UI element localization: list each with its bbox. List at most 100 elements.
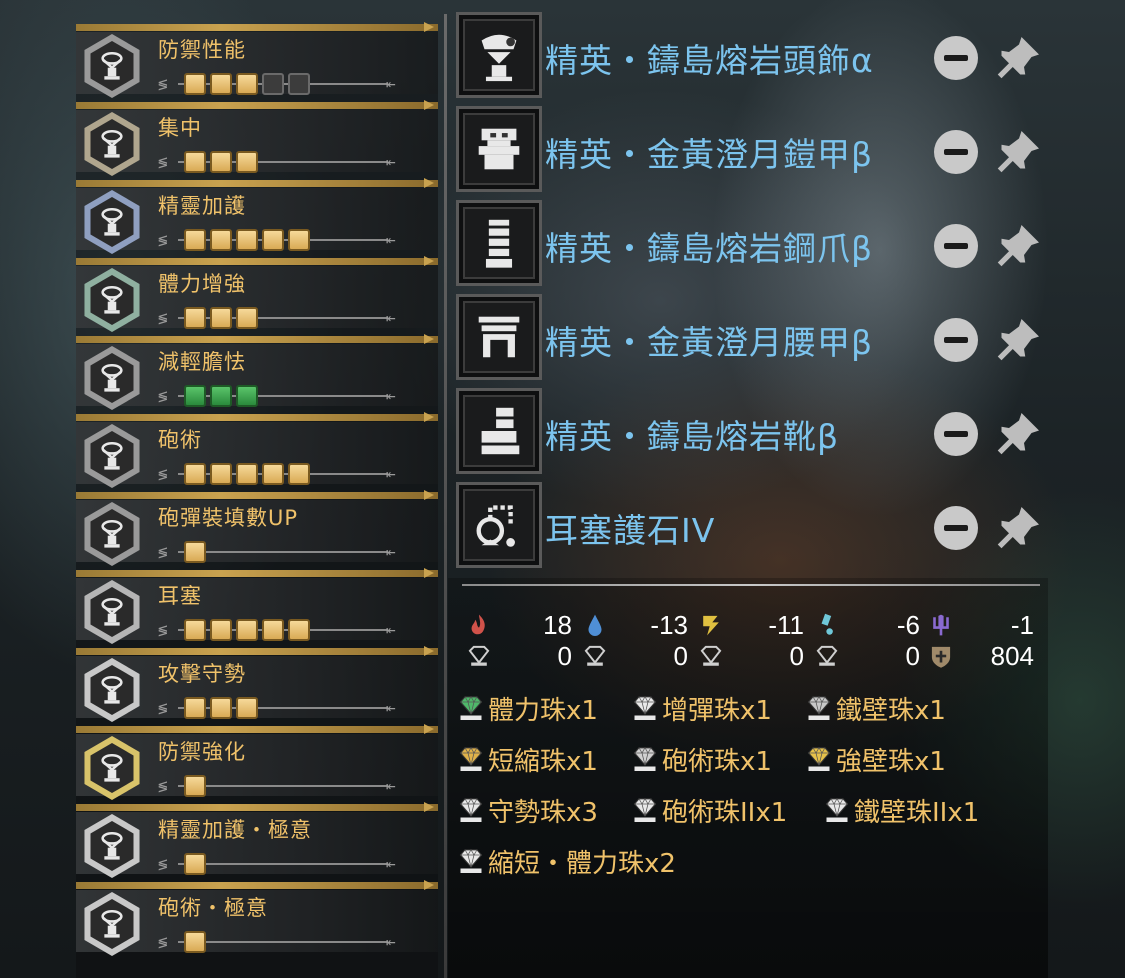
level-pip-filled — [184, 463, 206, 485]
pin-equipment-button[interactable] — [994, 502, 1044, 552]
gem-slot-icon — [584, 645, 606, 666]
skill-badge-inner — [90, 431, 134, 481]
pin-equipment-button[interactable] — [994, 126, 1044, 176]
equipment-name: 耳塞護石IV — [545, 511, 716, 550]
track-right-cap-icon: ⇤ — [386, 152, 396, 171]
skill-row-header-bar — [76, 490, 438, 500]
dragon-resistance-icon — [928, 612, 954, 638]
minus-icon — [944, 55, 968, 61]
equipment-row[interactable]: 精英・鑄島熔岩靴β — [456, 388, 1056, 478]
skill-icon — [101, 519, 123, 548]
level-pip-filled — [236, 619, 258, 641]
skill-level-track: ≶ ⇤ — [158, 71, 408, 97]
equipment-icon-box[interactable] — [456, 106, 542, 192]
level-pip-filled — [262, 619, 284, 641]
remove-equipment-button[interactable] — [934, 130, 978, 174]
skill-name: 減輕膽怯 — [158, 350, 246, 374]
track-left-cap-icon: ≶ — [158, 230, 168, 249]
remove-equipment-button[interactable] — [934, 224, 978, 268]
skill-icon — [101, 753, 123, 782]
gem-slot-icon — [700, 645, 722, 666]
track-left-cap-icon: ≶ — [158, 74, 168, 93]
defense-value: 804 — [990, 641, 1034, 671]
skill-level-track: ≶ ⇤ — [158, 773, 408, 799]
skill-name: 集中 — [158, 116, 202, 140]
equipment-row[interactable]: 精英・金黃澄月鎧甲β — [456, 106, 1056, 196]
helm-icon — [481, 34, 517, 82]
pin-icon — [997, 319, 1039, 361]
equipment-icon-box[interactable] — [456, 200, 542, 286]
skill-row-header-bar — [76, 802, 438, 812]
skill-badge-inner — [90, 41, 134, 91]
jewel-icon — [459, 848, 483, 873]
shield-icon — [931, 646, 951, 668]
skill-row-header-bar — [76, 178, 438, 188]
skill-level-track: ≶ ⇤ — [158, 149, 408, 175]
remove-equipment-button[interactable] — [934, 412, 978, 456]
skill-row-header-bar — [76, 880, 438, 890]
fire-resistance-icon — [466, 612, 492, 638]
skill-row: 耳塞 ≶ ⇤ — [76, 568, 438, 646]
ice-resistance-value: -6 — [896, 610, 920, 640]
equipment-row[interactable]: 精英・鑄島熔岩頭飾α — [456, 12, 1056, 102]
decoration-label: 鐵壁珠x1 — [836, 695, 946, 726]
skill-badge-inner — [90, 743, 134, 793]
equipment-icon-box[interactable] — [456, 12, 542, 98]
thunder-resistance-value: -11 — [768, 610, 804, 640]
dragon-icon — [933, 614, 949, 636]
level-pip-filled — [210, 307, 232, 329]
minus-icon — [944, 525, 968, 531]
skill-icon — [101, 207, 123, 236]
pin-equipment-button[interactable] — [994, 314, 1044, 364]
slot-level-3-icon — [698, 643, 724, 669]
slot-level-1-icon — [466, 643, 492, 669]
pin-equipment-button[interactable] — [994, 220, 1044, 270]
equipment-icon-box[interactable] — [456, 482, 542, 568]
skill-row: 攻擊守勢 ≶ ⇤ — [76, 646, 438, 724]
level-pip-filled — [184, 931, 206, 953]
track-right-cap-icon: ⇤ — [386, 542, 396, 561]
level-pip-filled — [184, 697, 206, 719]
waist-icon — [478, 316, 520, 358]
equipment-icon-box[interactable] — [456, 388, 542, 474]
skill-row-header-bar — [76, 22, 438, 32]
equipment-row[interactable]: 精英・金黃澄月腰甲β — [456, 294, 1056, 384]
skill-name: 耳塞 — [158, 584, 202, 608]
decoration-item: 守勢珠x3 — [456, 792, 598, 828]
slot-count-value: 0 — [789, 641, 804, 671]
equipment-icon-box[interactable] — [456, 294, 542, 380]
remove-equipment-button[interactable] — [934, 506, 978, 550]
skill-badge-inner — [90, 275, 134, 325]
decoration-label: 守勢珠x3 — [488, 797, 598, 828]
track-right-cap-icon: ⇤ — [386, 620, 396, 639]
track-right-cap-icon: ⇤ — [386, 854, 396, 873]
level-pip-filled — [236, 463, 258, 485]
jewel-icon — [807, 746, 831, 771]
track-left-cap-icon: ≶ — [158, 854, 168, 873]
gem-slot-icon — [468, 645, 490, 666]
level-pip-filled — [262, 463, 284, 485]
track-right-cap-icon: ⇤ — [386, 464, 396, 483]
skill-badge-inner — [90, 509, 134, 559]
track-right-cap-icon: ⇤ — [386, 74, 396, 93]
level-pip-filled — [210, 73, 232, 95]
equipment-row[interactable]: 精英・鑄島熔岩鋼爪β — [456, 200, 1056, 290]
level-pip-filled — [184, 853, 206, 875]
skill-row-header-bar — [76, 724, 438, 734]
decoration-label: 縮短・體力珠x2 — [488, 848, 676, 879]
remove-equipment-button[interactable] — [934, 318, 978, 362]
skill-level-track: ≶ ⇤ — [158, 539, 408, 565]
level-pip-filled — [184, 541, 206, 563]
skill-row: 防禦性能 ≶ ⇤ — [76, 22, 438, 100]
remove-equipment-button[interactable] — [934, 36, 978, 80]
pin-equipment-button[interactable] — [994, 408, 1044, 458]
pin-equipment-button[interactable] — [994, 32, 1044, 82]
slot-count-value: 0 — [673, 641, 688, 671]
skill-row-header-bar — [76, 646, 438, 656]
track-left-cap-icon: ≶ — [158, 152, 168, 171]
skill-level-pips — [184, 853, 206, 875]
equipment-name: 精英・鑄島熔岩頭飾α — [545, 41, 874, 80]
horizontal-divider — [462, 584, 1040, 586]
decoration-item: 鐵壁珠x1 — [804, 690, 946, 726]
equipment-row[interactable]: 耳塞護石IV — [456, 482, 1056, 572]
